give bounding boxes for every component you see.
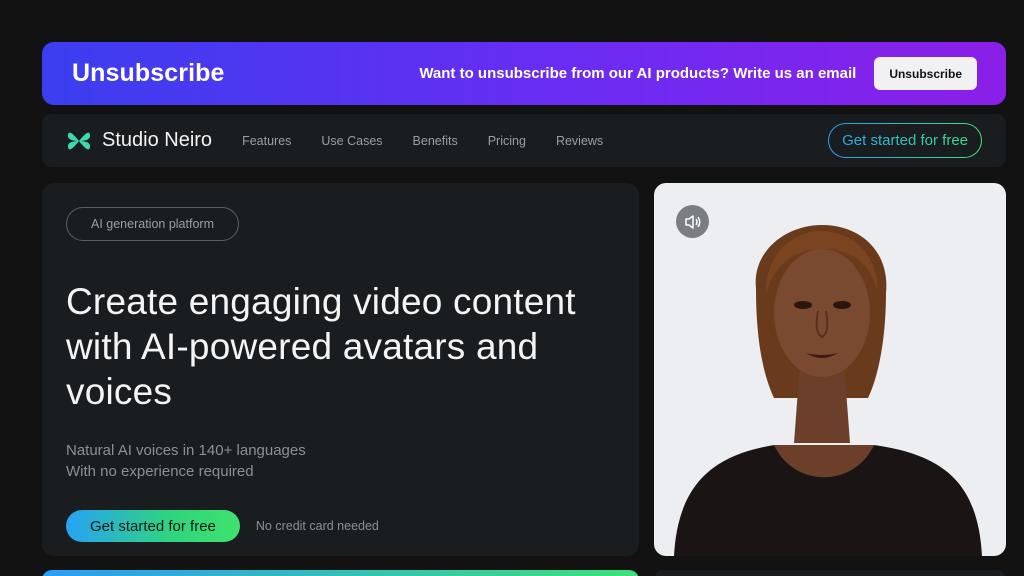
next-section-card [654, 570, 1006, 576]
platform-tag: AI generation platform [66, 207, 239, 241]
page: Unsubscribe Want to unsubscribe from our… [0, 0, 1024, 576]
promo-banner: Unsubscribe Want to unsubscribe from our… [42, 42, 1006, 105]
brand-name: Studio Neiro [102, 129, 213, 151]
hero-subtitle: Natural AI voices in 140+ languages With… [66, 440, 615, 482]
nav-link-reviews[interactable]: Reviews [556, 134, 603, 148]
hero-subtitle-line-1: Natural AI voices in 140+ languages [66, 442, 306, 459]
nav-link-use-cases[interactable]: Use Cases [321, 134, 382, 148]
nav-link-pricing[interactable]: Pricing [488, 134, 526, 148]
nav-get-started-label: Get started for free [842, 132, 968, 149]
banner-title: Unsubscribe [72, 59, 225, 87]
nav-get-started-button[interactable]: Get started for free [828, 123, 982, 158]
top-nav: Studio Neiro Features Use Cases Benefits… [42, 114, 1006, 167]
nav-link-features[interactable]: Features [242, 134, 291, 148]
no-credit-card-note: No credit card needed [255, 519, 379, 533]
hero-actions: Get started for free No credit card need… [66, 510, 615, 542]
hero-subtitle-line-2: With no experience required [66, 463, 254, 480]
hero-title: Create engaging video content with AI-po… [66, 281, 576, 412]
nav-links: Features Use Cases Benefits Pricing Revi… [242, 134, 603, 148]
banner-message: Want to unsubscribe from our AI products… [419, 65, 857, 82]
speaker-icon [684, 214, 700, 229]
hero-get-started-button[interactable]: Get started for free [66, 510, 240, 542]
hero-card: AI generation platform Create engaging v… [42, 183, 639, 556]
unsubscribe-button[interactable]: Unsubscribe [874, 57, 977, 90]
banner-right: Want to unsubscribe from our AI products… [419, 57, 977, 90]
sound-toggle-button[interactable] [676, 205, 709, 238]
avatar-image [674, 225, 982, 556]
next-section-gradient-card [42, 570, 639, 576]
nav-link-benefits[interactable]: Benefits [413, 134, 458, 148]
brand-logo[interactable]: Studio Neiro [66, 128, 212, 154]
avatar-video[interactable] [654, 183, 1006, 556]
logo-icon [68, 132, 90, 149]
